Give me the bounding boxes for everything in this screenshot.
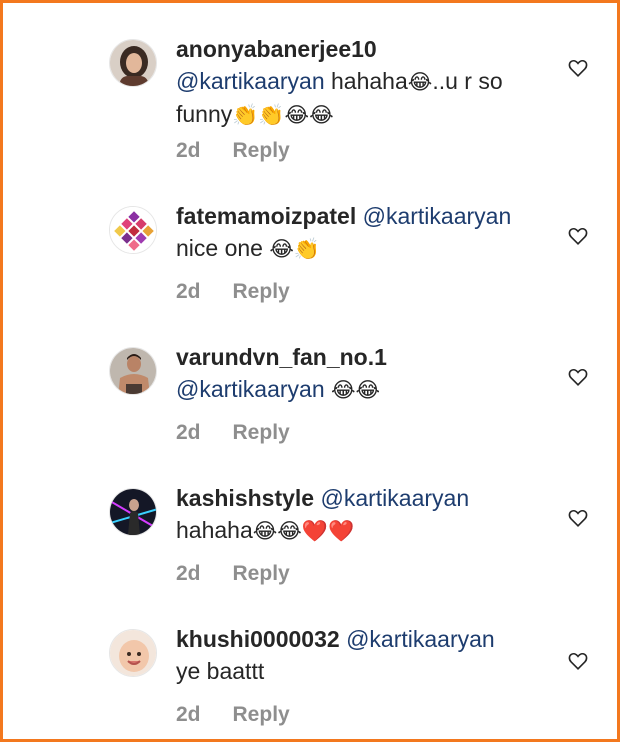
comment-text: varundvn_fan_no.1 @kartikaaryan 😂😂 — [176, 341, 556, 406]
comment-time: 2d — [176, 703, 201, 726]
laugh-clap-emoji-icon: 😂👏 — [269, 237, 321, 261]
comment-text: fatemamoizpatel @kartikaaryan nice one 😂… — [176, 200, 556, 265]
reply-button[interactable]: Reply — [233, 139, 290, 162]
comment-time: 2d — [176, 280, 201, 303]
comment-username[interactable]: fatemamoizpatel — [176, 203, 356, 229]
comment-body: hahaha — [324, 68, 408, 94]
reply-button[interactable]: Reply — [233, 703, 290, 726]
comment-mention[interactable]: @kartikaaryan — [320, 485, 469, 511]
comments-panel: anonyabanerjee10 @kartikaaryan hahaha😂..… — [0, 0, 620, 742]
comment-username[interactable]: khushi0000032 — [176, 626, 340, 652]
avatar-woman-icon — [110, 40, 156, 86]
avatar-baby-icon — [110, 630, 156, 676]
heart-icon[interactable] — [567, 225, 589, 247]
comment-meta: 2d Reply — [176, 703, 290, 727]
comment-text: kashishstyle @kartikaaryan hahaha😂😂❤️❤️ — [176, 482, 556, 547]
avatar-dark-neon-icon — [110, 489, 156, 535]
reply-button[interactable]: Reply — [233, 280, 290, 303]
comment-mention[interactable]: @kartikaaryan — [363, 203, 512, 229]
clap-laugh-emoji-icon: 👏👏😂😂 — [232, 103, 334, 127]
heart-icon[interactable] — [567, 507, 589, 529]
comment-meta: 2d Reply — [176, 139, 290, 163]
comment-meta: 2d Reply — [176, 421, 290, 445]
comment-time: 2d — [176, 562, 201, 585]
avatar[interactable] — [109, 347, 157, 395]
comment-text: anonyabanerjee10 @kartikaaryan hahaha😂..… — [176, 33, 556, 131]
comment-body: ye baattt — [176, 658, 265, 684]
comment-body: hahaha — [176, 517, 253, 543]
comment-username[interactable]: varundvn_fan_no.1 — [176, 344, 387, 370]
heart-icon[interactable] — [567, 366, 589, 388]
avatar[interactable] — [109, 488, 157, 536]
avatar[interactable] — [109, 39, 157, 87]
avatar-colorful-grid-icon — [110, 207, 156, 253]
comment-username[interactable]: anonyabanerjee10 — [176, 36, 377, 62]
comment-meta: 2d Reply — [176, 562, 290, 586]
comment-mention[interactable]: @kartikaaryan — [176, 376, 325, 402]
reply-button[interactable]: Reply — [233, 421, 290, 444]
comment-time: 2d — [176, 421, 201, 444]
comment-body: nice one — [176, 235, 270, 261]
comment-mention[interactable]: @kartikaaryan — [176, 68, 325, 94]
avatar-man-icon — [110, 348, 156, 394]
comment-text: khushi0000032 @kartikaaryan ye baattt — [176, 623, 556, 687]
comment-mention[interactable]: @kartikaaryan — [346, 626, 495, 652]
comment-meta: 2d Reply — [176, 280, 290, 304]
reply-button[interactable]: Reply — [233, 562, 290, 585]
laugh-emoji-icon: 😂😂 — [331, 378, 381, 402]
avatar[interactable] — [109, 206, 157, 254]
heart-icon[interactable] — [567, 57, 589, 79]
laugh-heart-emoji-icon: 😂😂❤️❤️ — [252, 519, 355, 543]
avatar[interactable] — [109, 629, 157, 677]
comment-username[interactable]: kashishstyle — [176, 485, 314, 511]
heart-icon[interactable] — [567, 650, 589, 672]
comment-time: 2d — [176, 139, 201, 162]
laugh-emoji-icon: 😂 — [407, 70, 433, 94]
